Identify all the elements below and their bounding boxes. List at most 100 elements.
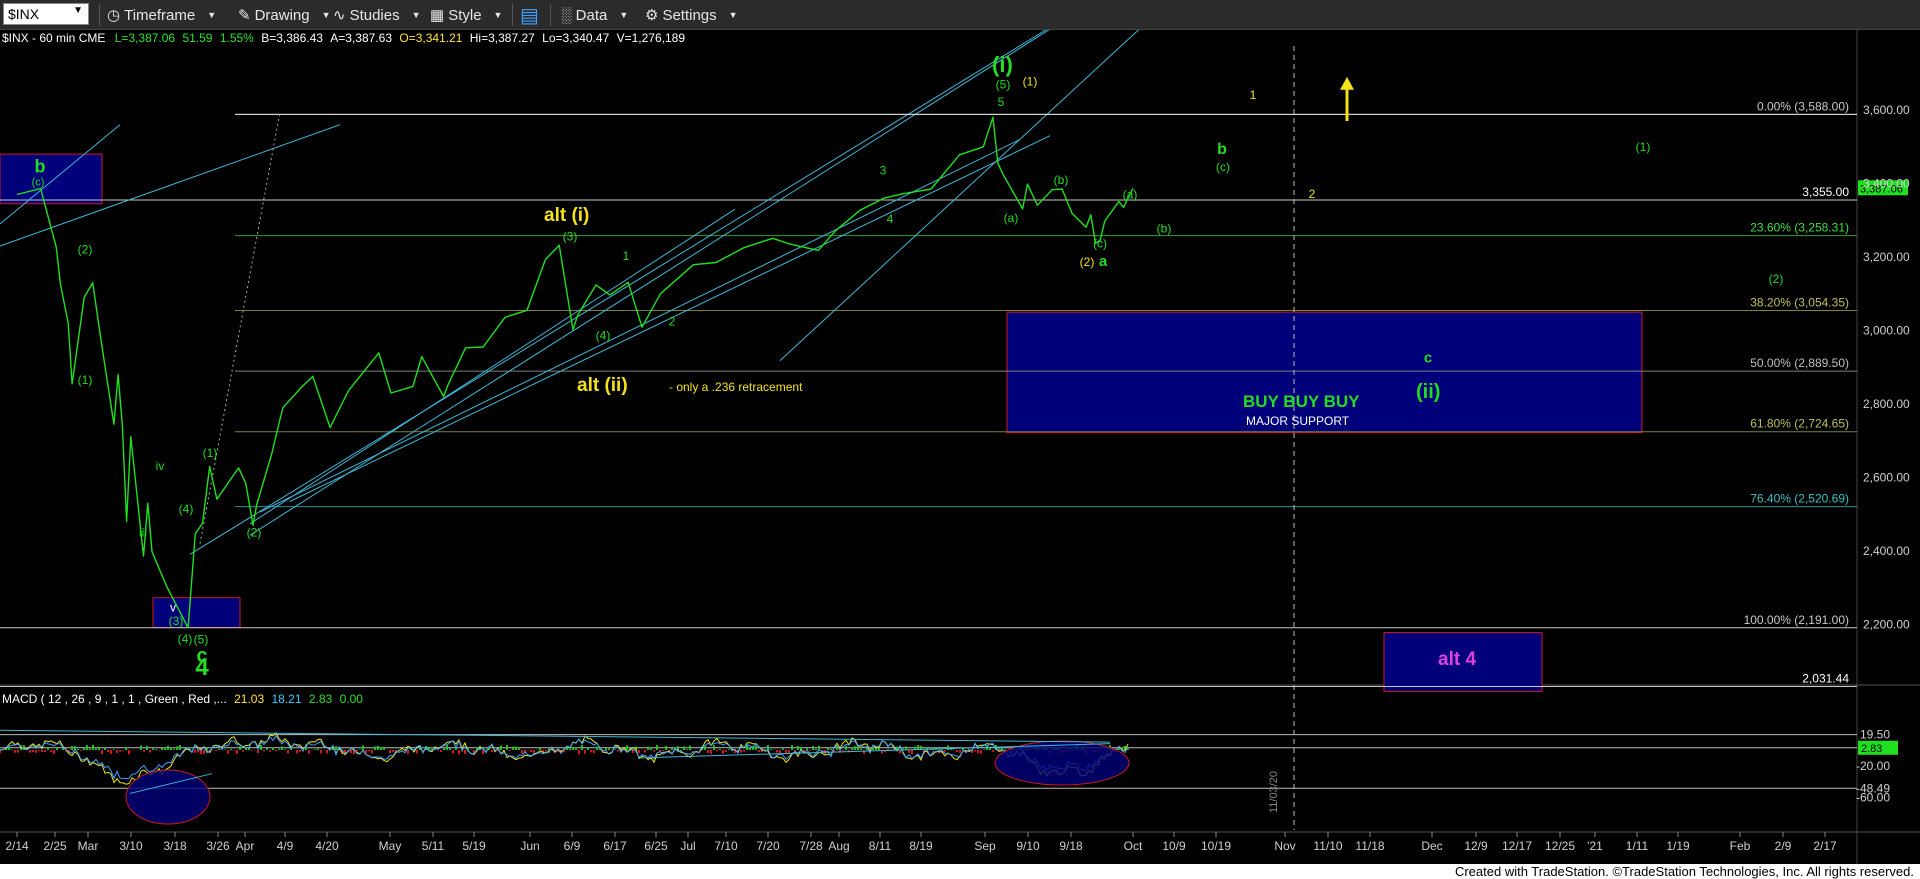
wave-label: (2) bbox=[78, 242, 93, 256]
open-value: O=3,341.21 bbox=[399, 31, 463, 45]
macd-tick-label: 19.50 bbox=[1860, 728, 1890, 742]
x-tick-label: 7/28 bbox=[799, 839, 823, 853]
wave-label: 1 bbox=[1250, 88, 1257, 102]
y-tick-label: 3,400.00 bbox=[1863, 177, 1910, 191]
alt-ii-label: alt (ii) bbox=[577, 375, 628, 396]
wave-label: (2) bbox=[1080, 255, 1095, 269]
chart-area[interactable]: 0.00% (3,588.00) 3,355.00 23.60% (3,258.31… bbox=[0, 30, 1920, 864]
macd-value-1: 21.03 bbox=[234, 692, 265, 706]
wave-label: (c) bbox=[1093, 236, 1107, 250]
x-tick-label: 3/18 bbox=[163, 839, 187, 853]
settings-button[interactable]: ⚙ Settings ▼ bbox=[645, 6, 738, 25]
wave-label: (a) bbox=[1004, 211, 1019, 225]
data-button[interactable]: ░ Data ▼ bbox=[561, 6, 628, 24]
x-tick-label: Feb bbox=[1730, 839, 1751, 853]
wave-label: (c) bbox=[32, 176, 45, 188]
clock-icon: ◷ bbox=[107, 7, 121, 24]
chevron-down-icon: ▼ bbox=[728, 10, 738, 20]
toolbar-divider bbox=[512, 4, 513, 26]
fib-label: 38.20% (3,054.35) bbox=[1750, 296, 1849, 310]
y-tick-label: 2,400.00 bbox=[1863, 544, 1910, 558]
x-tick-label: 10/9 bbox=[1162, 839, 1186, 853]
wave-label: (2) bbox=[1769, 272, 1784, 286]
x-tick-label: 8/11 bbox=[869, 839, 892, 853]
y-tick-label: 3,600.00 bbox=[1863, 103, 1910, 117]
x-tick-label: 6/17 bbox=[603, 839, 627, 853]
chevron-down-icon: ▼ bbox=[493, 10, 503, 20]
wave-label: (c) bbox=[1216, 160, 1230, 174]
wave-label: (b) bbox=[1157, 221, 1172, 235]
wave-label: (4) bbox=[596, 329, 611, 343]
chevron-down-icon: ▼ bbox=[411, 10, 421, 20]
x-tick-label: Aug bbox=[828, 839, 849, 853]
wave-label: b bbox=[35, 156, 46, 176]
ask-value: A=3,387.63 bbox=[330, 31, 393, 45]
chevron-down-icon: ▼ bbox=[207, 10, 217, 20]
wave-label: v bbox=[170, 601, 176, 615]
fib-label: 3,355.00 bbox=[1802, 185, 1849, 199]
x-tick-label: Oct bbox=[1124, 839, 1143, 853]
drawing-button[interactable]: ✎ Drawing ▼ bbox=[238, 6, 331, 25]
timeframe-button[interactable]: ◷ Timeframe ▼ bbox=[107, 6, 217, 25]
studies-button[interactable]: ∿ Studies ▼ bbox=[333, 6, 421, 25]
style-button[interactable]: ▦ Style ▼ bbox=[430, 6, 503, 25]
x-tick-label: 5/19 bbox=[462, 839, 486, 853]
symbol-field[interactable]: $INX ▼ bbox=[3, 3, 89, 25]
wave-label: (4) bbox=[178, 632, 193, 646]
y-tick-label: 2,600.00 bbox=[1863, 471, 1910, 485]
wave-i-label: (i) bbox=[992, 52, 1013, 77]
x-tick-label: 9/10 bbox=[1016, 839, 1040, 853]
x-tick-label: 1/19 bbox=[1666, 839, 1690, 853]
drawing-label: Drawing bbox=[254, 6, 310, 24]
buy-box-subtitle: MAJOR SUPPORT bbox=[1246, 414, 1350, 428]
pencil-icon: ✎ bbox=[238, 7, 251, 24]
x-tick-label: 5/11 bbox=[422, 839, 445, 853]
x-tick-label: Sep bbox=[974, 839, 996, 853]
wave-label: 2 bbox=[1309, 187, 1316, 201]
wave-label: (3) bbox=[169, 614, 184, 628]
macd-value-2: 18.21 bbox=[271, 692, 302, 706]
fib-label: 100.00% (2,191.00) bbox=[1744, 613, 1849, 627]
macd-oval-left bbox=[125, 769, 211, 825]
bar-chart-icon: ░ bbox=[561, 6, 572, 24]
alt4-label: alt 4 bbox=[1438, 649, 1477, 670]
fib-label: 50.00% (2,889.50) bbox=[1750, 356, 1849, 370]
x-tick-label: 2/25 bbox=[43, 839, 67, 853]
y-tick-label: 3,200.00 bbox=[1863, 250, 1910, 264]
chevron-down-icon: ▼ bbox=[321, 10, 331, 20]
last-price: L=3,387.06 bbox=[114, 31, 176, 45]
fib-label: 2,031.44 bbox=[1802, 671, 1849, 685]
wave-label: (2) bbox=[247, 525, 262, 539]
alt-i-label: alt (i) bbox=[544, 205, 590, 226]
studies-icon: ∿ bbox=[333, 7, 346, 24]
wave-label: (a) bbox=[1123, 188, 1138, 202]
macd-tick-label: -20.00 bbox=[1856, 759, 1890, 773]
x-tick-label: 9/18 bbox=[1059, 839, 1083, 853]
x-tick-label: Mar bbox=[78, 839, 99, 853]
style-icon: ▦ bbox=[430, 7, 445, 24]
x-tick-label: 6/9 bbox=[564, 839, 581, 853]
x-tick-label: 2/9 bbox=[1775, 839, 1792, 853]
x-tick-label: Jun bbox=[520, 839, 539, 853]
wave-b-box bbox=[0, 153, 103, 205]
macd-value-tag: 2.83 bbox=[1861, 743, 1882, 755]
chevron-down-icon: ▼ bbox=[619, 10, 629, 20]
wave-label: 4 bbox=[195, 654, 209, 681]
wave-label: (1) bbox=[78, 373, 93, 387]
wave-label: (4) bbox=[179, 502, 194, 516]
wave-label: 2 bbox=[669, 314, 676, 328]
x-tick-label: Jul bbox=[680, 839, 695, 853]
symbol-dropdown-icon[interactable]: ▼ bbox=[73, 5, 83, 16]
wave-label: 4 bbox=[887, 212, 894, 226]
symbol-label: $INX - 60 min CME bbox=[2, 31, 106, 45]
vertical-date-label: 11/03/20 bbox=[1268, 770, 1280, 813]
x-tick-label: 2/17 bbox=[1813, 839, 1837, 853]
x-tick-label: 10/19 bbox=[1201, 839, 1231, 853]
wave-label: (1) bbox=[1023, 75, 1038, 89]
layout-icon[interactable]: ▤ bbox=[520, 5, 539, 27]
x-tick-label: 3/26 bbox=[206, 839, 230, 853]
fib-label: 23.60% (3,258.31) bbox=[1750, 221, 1849, 235]
volume-value: V=1,276,189 bbox=[616, 31, 685, 45]
wave-label: 3 bbox=[880, 163, 887, 177]
y-tick-label: 2,200.00 bbox=[1863, 618, 1910, 632]
